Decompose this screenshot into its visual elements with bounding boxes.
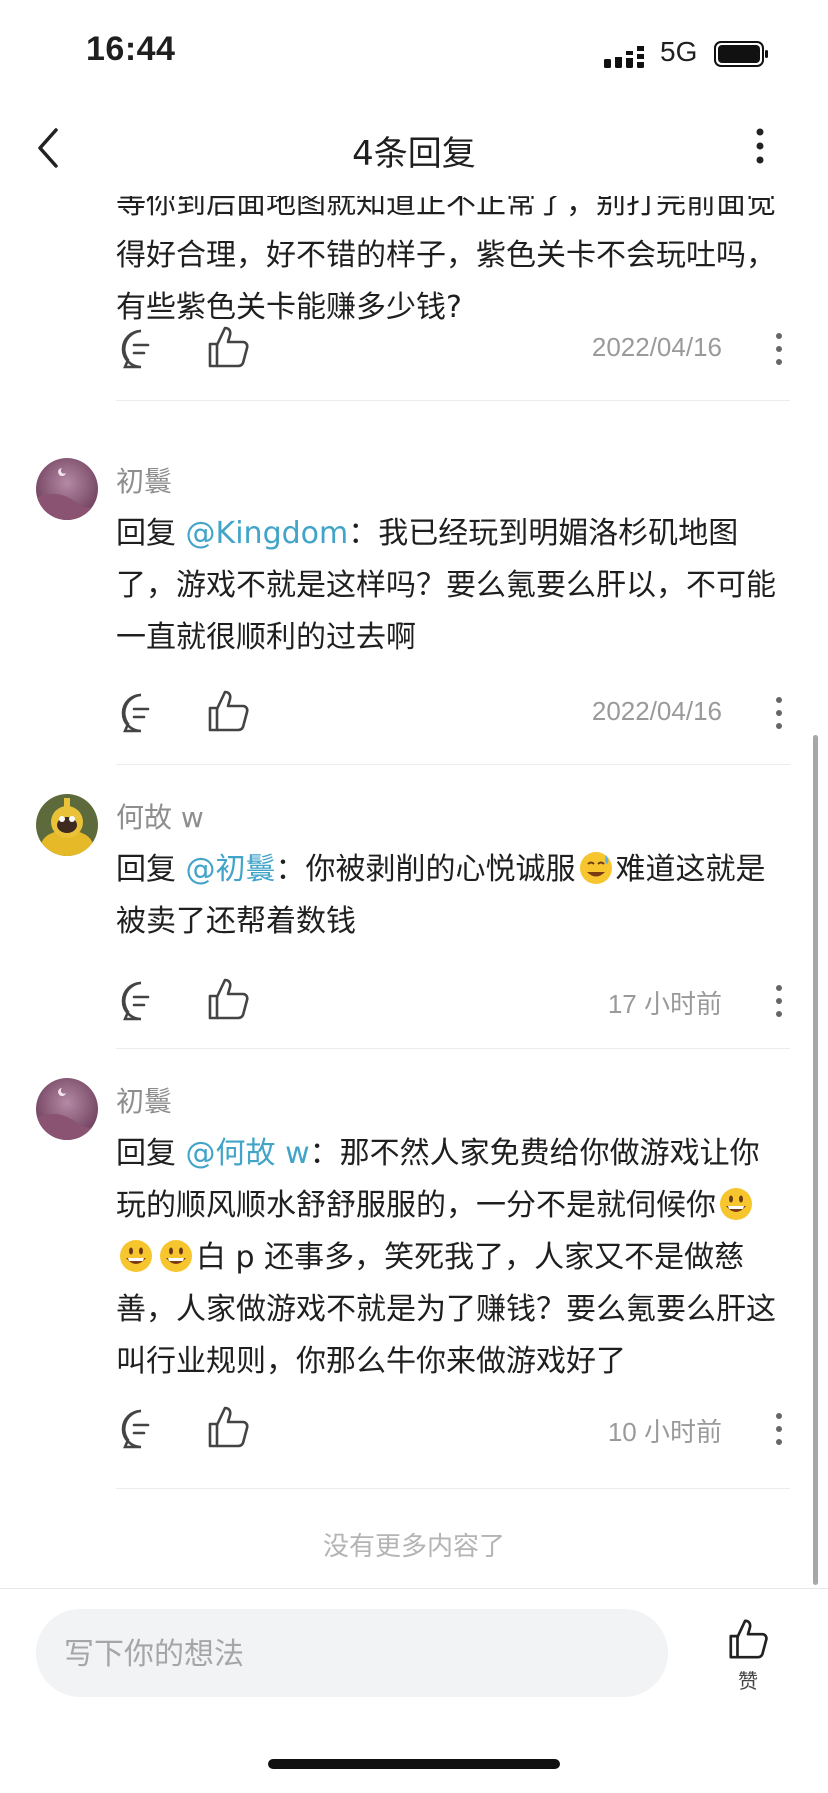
status-bar: 16:44 5G xyxy=(0,0,828,100)
divider xyxy=(116,400,790,401)
scrollbar[interactable] xyxy=(813,735,818,1585)
row-more-icon[interactable] xyxy=(774,332,784,366)
reply-timestamp: 2022/04/16 xyxy=(591,696,722,726)
sweat-smile-emoji xyxy=(579,852,612,884)
comment-icon[interactable] xyxy=(120,980,162,1022)
divider xyxy=(116,1488,790,1489)
more-options-icon[interactable] xyxy=(748,126,772,166)
signal-icon xyxy=(604,42,644,68)
grinning-face-emoji xyxy=(120,1240,152,1272)
network-label: 5G xyxy=(660,36,698,67)
reply-prefix: 回复 xyxy=(116,852,186,887)
reply-actions: 2022/04/16 xyxy=(116,684,796,740)
thumbs-up-icon[interactable] xyxy=(206,1404,250,1450)
thumbs-up-icon[interactable] xyxy=(206,324,250,370)
comment-input-box[interactable] xyxy=(36,1609,668,1697)
home-indicator[interactable] xyxy=(268,1759,560,1769)
reply-text: 回复 @Kingdom：我已经玩到明媚洛杉矶地图了，游戏不就是这样吗？要么氪要么… xyxy=(116,508,782,664)
reply-author[interactable]: 何故 w xyxy=(116,796,204,836)
reply-text: 回复 @何故 w：那不然人家免费给你做游戏让你玩的顺风顺水舒舒服服的，一分不是就… xyxy=(116,1128,782,1388)
reply-actions: 2022/04/16 xyxy=(116,320,796,376)
avatar[interactable] xyxy=(36,794,98,856)
comment-icon[interactable] xyxy=(120,1408,162,1450)
comment-icon[interactable] xyxy=(120,692,162,734)
row-more-icon[interactable] xyxy=(774,984,784,1018)
reply-content: 白 p 还事多，笑死我了，人家又不是做慈善，人家做游戏不就是为了赚钱？要么氪要么… xyxy=(116,1240,776,1379)
reply-actions: 10 小时前 xyxy=(116,1400,796,1456)
battery-icon xyxy=(714,41,768,67)
comment-icon[interactable] xyxy=(120,328,162,370)
bottom-bar: 赞 xyxy=(0,1588,828,1793)
reply-content: ：你被剥削的心悦诚服 xyxy=(275,852,576,887)
reply-timestamp: 17 小时前 xyxy=(607,989,722,1019)
thumbs-up-icon[interactable] xyxy=(206,688,250,734)
page-title: 4条回复 xyxy=(352,134,476,174)
comment-input[interactable] xyxy=(62,1627,646,1681)
reply-timestamp: 10 小时前 xyxy=(607,1417,722,1447)
reply-author[interactable]: 初鬟 xyxy=(116,1080,172,1120)
row-more-icon[interactable] xyxy=(774,1412,784,1446)
like-button-label: 赞 xyxy=(738,1669,758,1693)
thumbs-up-icon xyxy=(729,1619,768,1659)
avatar[interactable] xyxy=(36,458,98,520)
reply-author[interactable]: 初鬟 xyxy=(116,460,172,500)
no-more-content-label: 没有更多内容了 xyxy=(322,1532,505,1562)
reply-timestamp: 2022/04/16 xyxy=(591,332,722,362)
like-button[interactable]: 赞 xyxy=(716,1617,780,1697)
reply-text: 回复 @初鬟：你被剥削的心悦诚服 难道这就是被卖了还帮着数钱 xyxy=(116,844,782,948)
mention-link[interactable]: @初鬟 xyxy=(186,852,276,887)
status-time: 16:44 xyxy=(86,30,176,68)
thumbs-up-icon[interactable] xyxy=(206,976,250,1022)
divider xyxy=(116,1048,790,1049)
avatar[interactable] xyxy=(36,1078,98,1140)
grinning-face-emoji xyxy=(720,1188,752,1220)
mention-link[interactable]: @何故 w xyxy=(186,1136,310,1171)
nav-bar: 4条回复 xyxy=(0,100,828,196)
reply-prefix: 回复 xyxy=(116,1136,186,1171)
reply-text: 等你到后面地图就知道正不正常了，别打完前面觉得好合理，好不错的样子，紫色关卡不会… xyxy=(116,196,776,325)
row-more-icon[interactable] xyxy=(774,696,784,730)
reply-thread: 等你到后面地图就知道正不正常了，别打完前面觉得好合理，好不错的样子，紫色关卡不会… xyxy=(0,196,828,1588)
mention-link[interactable]: @Kingdom xyxy=(186,516,349,551)
grinning-face-emoji xyxy=(160,1240,192,1272)
divider xyxy=(116,764,790,765)
reply-actions: 17 小时前 xyxy=(116,972,796,1028)
reply-prefix: 回复 xyxy=(116,516,186,551)
